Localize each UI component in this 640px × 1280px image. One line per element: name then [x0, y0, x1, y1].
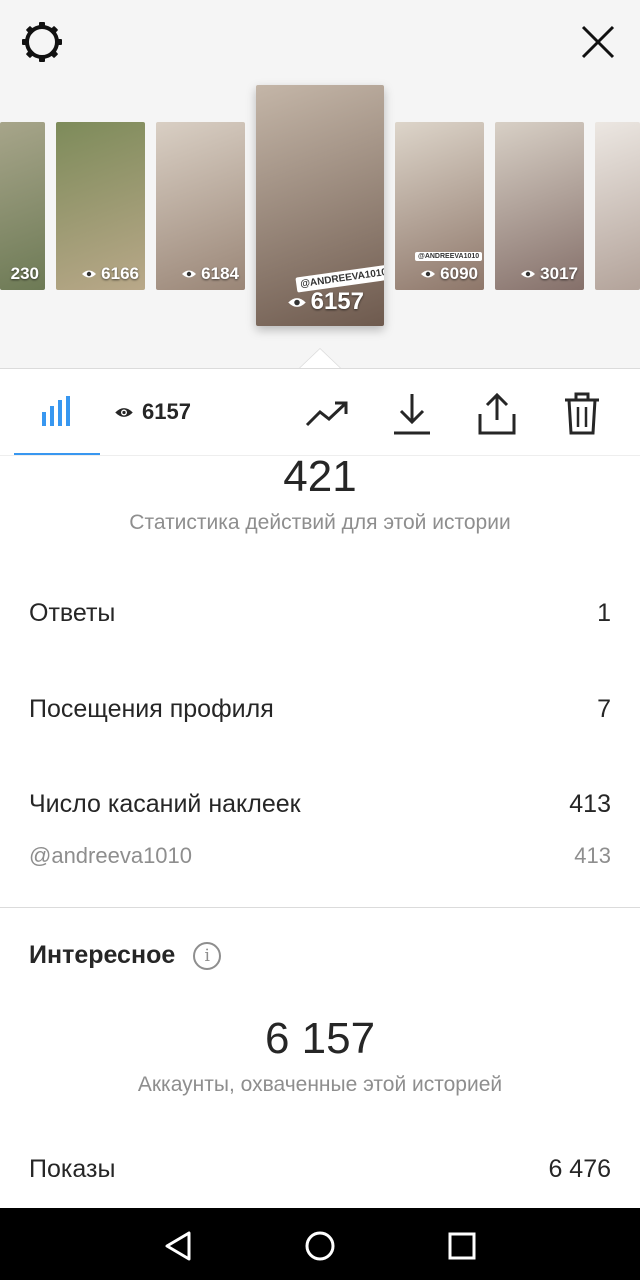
trending-up-icon — [305, 401, 348, 427]
story-thumbnail-selected[interactable]: @ANDREEVA1010 6157 — [256, 85, 384, 326]
back-triangle-icon — [165, 1231, 191, 1261]
story-thumbnail[interactable] — [595, 122, 640, 290]
stat-label: Число касаний наклеек — [29, 790, 301, 818]
story-actions-bar: 6157 — [0, 368, 640, 456]
share-button[interactable] — [472, 389, 522, 439]
tab-insights[interactable] — [14, 369, 100, 455]
section-title: Интересное — [29, 941, 176, 969]
bar-chart-icon — [42, 396, 70, 426]
view-count: 6157 — [287, 288, 364, 316]
mention-sticker: @ANDREEVA1010 — [415, 252, 483, 261]
system-navigation-bar — [0, 1208, 640, 1280]
stat-label: Показы — [29, 1155, 116, 1183]
stat-label: Посещения профиля — [29, 695, 274, 723]
view-count: 6166 — [81, 264, 139, 284]
story-thumbnail[interactable]: @ANDREEVA1010 6090 — [395, 122, 484, 290]
story-thumbnail[interactable]: 3017 — [495, 122, 584, 290]
stat-row-profile-visits: Посещения профиля 7 — [29, 695, 611, 724]
stat-row-sticker-taps: Число касаний наклеек 413 — [29, 790, 611, 819]
reach-caption: Аккаунты, охваченные этой историей — [137, 1073, 503, 1096]
close-button[interactable] — [574, 18, 622, 66]
story-thumbnail[interactable]: 230 — [0, 122, 45, 290]
eye-icon — [182, 270, 197, 278]
close-icon — [581, 25, 615, 59]
stat-value: 413 — [569, 790, 611, 818]
gear-icon — [22, 22, 62, 62]
viewers-count: 6157 — [142, 399, 191, 424]
stat-value: 413 — [574, 843, 611, 868]
story-thumbnails: 230 6166 6184 @ANDREEVA1010 6157 @ANDREE… — [0, 84, 640, 334]
eye-icon — [287, 297, 306, 307]
eye-icon — [521, 270, 536, 278]
reach-total: 6 157 — [264, 1014, 376, 1063]
recents-button[interactable] — [442, 1226, 482, 1266]
discovery-header: Интересное i — [29, 941, 222, 970]
stat-value: 1 — [597, 599, 611, 627]
recents-square-icon — [448, 1232, 476, 1260]
eye-icon — [82, 270, 97, 278]
view-count: 3017 — [520, 264, 578, 284]
tab-viewers[interactable]: 6157 — [114, 397, 191, 427]
delete-button[interactable] — [557, 389, 607, 439]
settings-button[interactable] — [18, 18, 66, 66]
story-selector-area: 230 6166 6184 @ANDREEVA1010 6157 @ANDREE… — [0, 0, 640, 368]
story-thumbnail[interactable]: 6166 — [56, 122, 145, 290]
selected-story-pointer — [298, 348, 342, 369]
section-divider — [0, 907, 640, 908]
share-icon — [478, 392, 516, 435]
stat-label: @andreeva1010 — [29, 843, 193, 868]
home-circle-icon — [305, 1231, 335, 1261]
stat-row-replies: Ответы 1 — [29, 599, 611, 628]
view-count: 230 — [10, 264, 39, 283]
trash-icon — [565, 392, 599, 435]
story-thumbnail[interactable]: 6184 — [156, 122, 245, 290]
view-count: 6184 — [181, 264, 239, 284]
stat-row-mention-sticker: @andreeva1010 413 — [29, 843, 611, 869]
interactions-total: 421 — [283, 452, 357, 501]
download-button[interactable] — [387, 389, 437, 439]
promote-button[interactable] — [302, 389, 352, 439]
stat-row-impressions: Показы 6 476 — [29, 1155, 611, 1184]
eye-icon — [115, 407, 133, 417]
eye-icon — [421, 270, 436, 278]
interactions-caption: Статистика действий для этой истории — [129, 511, 511, 534]
back-button[interactable] — [158, 1226, 198, 1266]
view-count: 6090 — [420, 264, 478, 284]
home-button[interactable] — [300, 1226, 340, 1266]
stat-label: Ответы — [29, 599, 116, 627]
stat-value: 6 476 — [548, 1155, 611, 1183]
info-icon[interactable]: i — [193, 941, 222, 970]
stat-value: 7 — [597, 695, 611, 723]
download-icon — [394, 394, 430, 435]
